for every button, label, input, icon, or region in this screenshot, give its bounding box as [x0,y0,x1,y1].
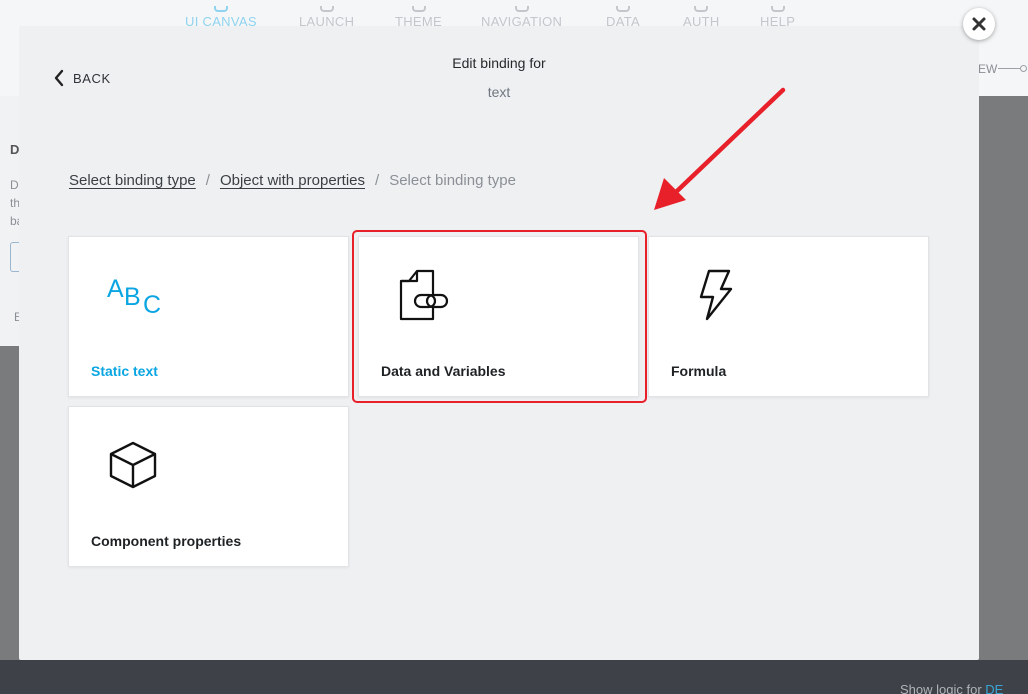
breadcrumb-object-with-properties[interactable]: Object with properties [220,172,365,189]
background-footer: Show logic for DE [0,660,1028,694]
background-right-control: EW [978,56,1028,82]
svg-text:C: C [143,291,161,319]
breadcrumb-separator: / [375,172,380,189]
static-text-card[interactable]: A B C Static text [68,236,349,397]
annotation-highlight-box [352,230,647,403]
svg-text:B: B [124,283,141,311]
close-icon [972,17,986,31]
component-properties-label: Component properties [91,533,242,549]
static-text-label: Static text [91,363,158,379]
breadcrumb-select-binding-type[interactable]: Select binding type [69,172,196,189]
svg-text:A: A [107,275,124,303]
edit-binding-modal: BACK Edit binding for text Select bindin… [19,26,979,660]
modal-title: Edit binding for [452,55,546,71]
formula-card[interactable]: Formula [648,236,929,397]
breadcrumb: Select binding type / Object with proper… [69,172,516,189]
abc-text-icon: A B C [107,275,161,319]
formula-label: Formula [671,363,727,379]
breadcrumb-current: Select binding type [389,172,516,189]
lightning-bolt-icon [699,269,733,321]
component-properties-card[interactable]: Component properties [68,406,349,567]
close-button[interactable] [963,8,995,40]
modal-subtitle: text [487,84,511,100]
breadcrumb-separator: / [205,172,210,189]
cube-icon [109,441,157,489]
